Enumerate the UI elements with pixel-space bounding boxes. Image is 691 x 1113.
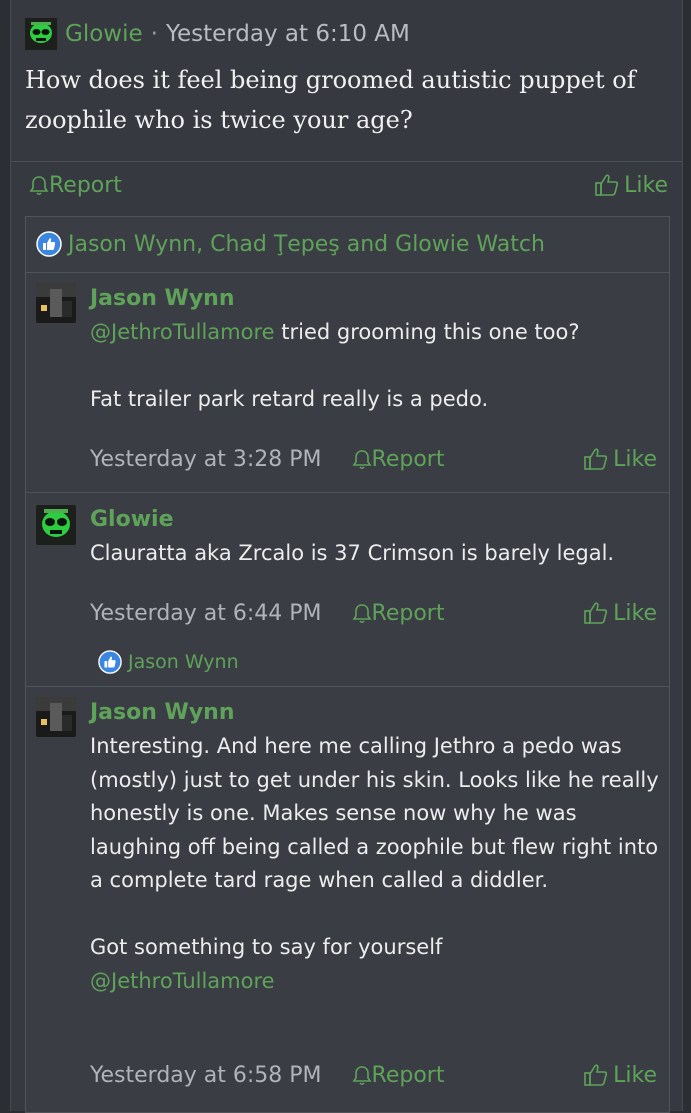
comment-report-button[interactable]: Report <box>352 600 445 626</box>
comment-text-line: tried grooming this one too? <box>274 320 580 344</box>
mention-link[interactable]: @JethroTullamore <box>90 320 275 344</box>
comment-meta: Yesterday at 3:28 PM Report Like <box>90 442 657 476</box>
comment-like-button[interactable]: Like <box>583 446 657 472</box>
comment-text: Clauratta aka Zrcalo is 37 Crimson is ba… <box>90 541 615 565</box>
comment-text-paragraph: Got something to say for yourself @Jethr… <box>90 931 660 998</box>
comment-author[interactable]: Jason Wynn <box>90 286 235 311</box>
post-report-button[interactable]: Report <box>29 168 122 202</box>
comment-meta: Yesterday at 6:44 PM Report Like <box>90 596 657 630</box>
glowie-avatar-icon[interactable] <box>25 18 57 50</box>
thumbs-up-icon <box>583 446 609 472</box>
comment-like-label: Like <box>613 1062 657 1088</box>
post-reactions-text[interactable]: Jason Wynn, Chad Ţepeş and Glowie Watch <box>68 232 545 257</box>
bell-icon <box>352 447 372 472</box>
thumbs-up-icon <box>583 1062 609 1088</box>
comment-author[interactable]: Jason Wynn <box>90 700 235 725</box>
comment-text-paragraph: Interesting. And here me calling Jethro … <box>90 734 659 892</box>
comment-like-label: Like <box>613 446 657 472</box>
comment-report-label: Report <box>371 600 445 626</box>
post-report-label: Report <box>49 172 122 198</box>
comment-author[interactable]: Glowie <box>90 507 174 532</box>
comment-reactions-text[interactable]: Jason Wynn <box>128 651 239 673</box>
comment-item: Jason Wynn Interesting. And here me call… <box>26 686 669 1113</box>
comment-like-button[interactable]: Like <box>583 600 657 626</box>
comment-like-label: Like <box>613 600 657 626</box>
thumbs-up-icon <box>594 172 620 198</box>
comment-text: @JethroTullamore tried grooming this one… <box>90 316 660 417</box>
comment-report-label: Report <box>371 1062 445 1088</box>
post-separator: · <box>150 21 158 47</box>
comment-time[interactable]: Yesterday at 6:44 PM <box>90 601 322 626</box>
post-panel: Glowie · Yesterday at 6:10 AM How does i… <box>10 0 683 1113</box>
comment-report-button[interactable]: Report <box>352 1062 445 1088</box>
avatar[interactable] <box>36 697 76 737</box>
bell-icon <box>29 173 49 198</box>
comment-text-paragraph: Fat trailer park retard really is a pedo… <box>90 387 489 411</box>
like-reaction-icon <box>98 650 122 674</box>
avatar[interactable] <box>36 283 76 323</box>
bell-icon <box>352 601 372 626</box>
comment-time[interactable]: Yesterday at 6:58 PM <box>90 1063 322 1088</box>
thumbs-up-icon <box>583 600 609 626</box>
post-body: How does it feel being groomed autistic … <box>25 66 636 134</box>
post-author[interactable]: Glowie <box>65 21 143 47</box>
comments-section: Jason Wynn, Chad Ţepeş and Glowie Watch … <box>25 216 670 1113</box>
mention-link[interactable]: @JethroTullamore <box>90 969 275 993</box>
comment-reactions[interactable]: Jason Wynn <box>98 648 239 676</box>
post-time[interactable]: Yesterday at 6:10 AM <box>166 21 410 47</box>
comment-time[interactable]: Yesterday at 3:28 PM <box>90 447 322 472</box>
comment-text: Interesting. And here me calling Jethro … <box>90 730 660 998</box>
comment-item: Glowie Clauratta aka Zrcalo is 37 Crimso… <box>26 492 669 687</box>
post-reactions-bar[interactable]: Jason Wynn, Chad Ţepeş and Glowie Watch <box>36 229 545 259</box>
comment-like-button[interactable]: Like <box>583 1062 657 1088</box>
post-divider <box>11 161 682 162</box>
comment-report-label: Report <box>371 446 445 472</box>
comment-text-line: Got something to say for yourself <box>90 935 443 959</box>
comment-meta: Yesterday at 6:58 PM Report Like <box>90 1058 657 1092</box>
post-like-label: Like <box>624 172 668 198</box>
comment-item: Jason Wynn @JethroTullamore tried groomi… <box>26 272 669 493</box>
post-header: Glowie · Yesterday at 6:10 AM <box>25 18 410 50</box>
alien-avatar-icon[interactable] <box>36 505 76 545</box>
post-like-button[interactable]: Like <box>594 168 668 202</box>
like-reaction-icon <box>36 231 62 257</box>
bell-icon <box>352 1063 372 1088</box>
comment-report-button[interactable]: Report <box>352 446 445 472</box>
